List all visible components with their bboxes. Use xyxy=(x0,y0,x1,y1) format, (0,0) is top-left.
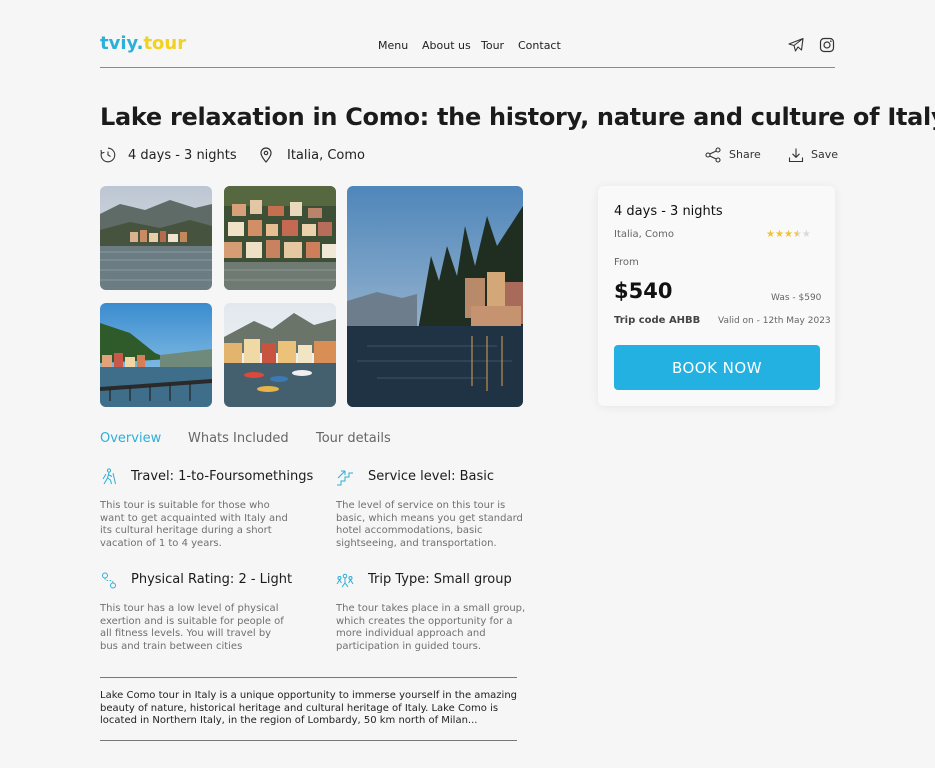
nav-menu[interactable]: Menu xyxy=(378,39,408,52)
divider-bottom xyxy=(100,740,517,741)
header-divider xyxy=(100,67,835,68)
valid-on: Valid on - 12th May 2023 xyxy=(718,316,831,326)
feature-service-desc: The level of service on this tour is bas… xyxy=(336,500,523,549)
clock-icon xyxy=(100,147,116,163)
book-now-button[interactable]: BOOK NOW xyxy=(614,345,820,390)
nav-contact[interactable]: Contact xyxy=(518,39,561,52)
trip-code: Trip code AHBB xyxy=(614,315,701,326)
harbor-boats-photo[interactable] xyxy=(224,303,336,407)
feature-physical-desc: This tour has a low level of physical ex… xyxy=(100,603,284,652)
brand-part-2: tour xyxy=(143,33,187,54)
tab-overview[interactable]: Overview xyxy=(100,431,161,446)
rating-stars: ★★★★★ xyxy=(766,229,811,240)
instagram-icon[interactable] xyxy=(819,37,835,53)
hillside-village-photo[interactable] xyxy=(224,186,336,290)
route-icon xyxy=(102,572,116,589)
feature-travel-desc: This tour is suitable for those who want… xyxy=(100,500,288,549)
feature-trip-type-desc: The tour takes place in a small group, w… xyxy=(336,603,526,652)
tour-duration: 4 days - 3 nights xyxy=(128,148,237,163)
location-pin-icon xyxy=(260,147,272,163)
group-icon xyxy=(336,573,354,588)
star-icon: ★ xyxy=(783,229,793,240)
feature-physical-title: Physical Rating: 2 - Light xyxy=(131,572,293,587)
star-icon: ★ xyxy=(766,229,775,240)
tab-whats-included[interactable]: Whats Included xyxy=(188,431,289,446)
card-duration: 4 days - 3 nights xyxy=(614,204,723,219)
brand-part-1: tviy. xyxy=(100,33,144,54)
was-price: Was - $590 xyxy=(771,293,822,303)
telegram-icon[interactable] xyxy=(788,37,804,53)
page-title: Lake relaxation in Como: the history, na… xyxy=(100,103,935,131)
lake-town-photo[interactable] xyxy=(100,186,212,290)
divider-top xyxy=(100,677,517,678)
price: $540 xyxy=(614,279,673,303)
save-button[interactable]: Save xyxy=(811,148,838,161)
nav-about-us[interactable]: About us xyxy=(422,39,471,52)
hiker-icon xyxy=(102,468,116,485)
star-icon: ★ xyxy=(774,229,784,240)
half-star-icon: ★ xyxy=(792,229,802,240)
feature-service-title: Service level: Basic xyxy=(368,469,495,484)
feature-travel-title: Travel: 1-to-Foursomethings xyxy=(131,469,314,484)
card-location: Italia, Como xyxy=(614,229,674,240)
brand-logo[interactable]: tviy.tour xyxy=(100,33,186,54)
stairs-icon xyxy=(337,470,353,486)
tour-location: Italia, Como xyxy=(287,148,365,163)
from-label: From xyxy=(614,257,639,268)
tour-description: Lake Como tour in Italy is a unique oppo… xyxy=(100,690,518,726)
bridge-harbor-photo[interactable] xyxy=(100,303,212,407)
download-icon[interactable] xyxy=(788,147,804,163)
tab-tour-details[interactable]: Tour details xyxy=(316,431,391,446)
evening-lakeside-photo[interactable] xyxy=(347,186,523,407)
share-icon[interactable] xyxy=(705,147,721,163)
feature-trip-type-title: Trip Type: Small group xyxy=(368,572,512,587)
star-icon: ★ xyxy=(801,229,811,240)
nav-tour[interactable]: Tour xyxy=(481,39,504,52)
share-button[interactable]: Share xyxy=(729,148,761,161)
